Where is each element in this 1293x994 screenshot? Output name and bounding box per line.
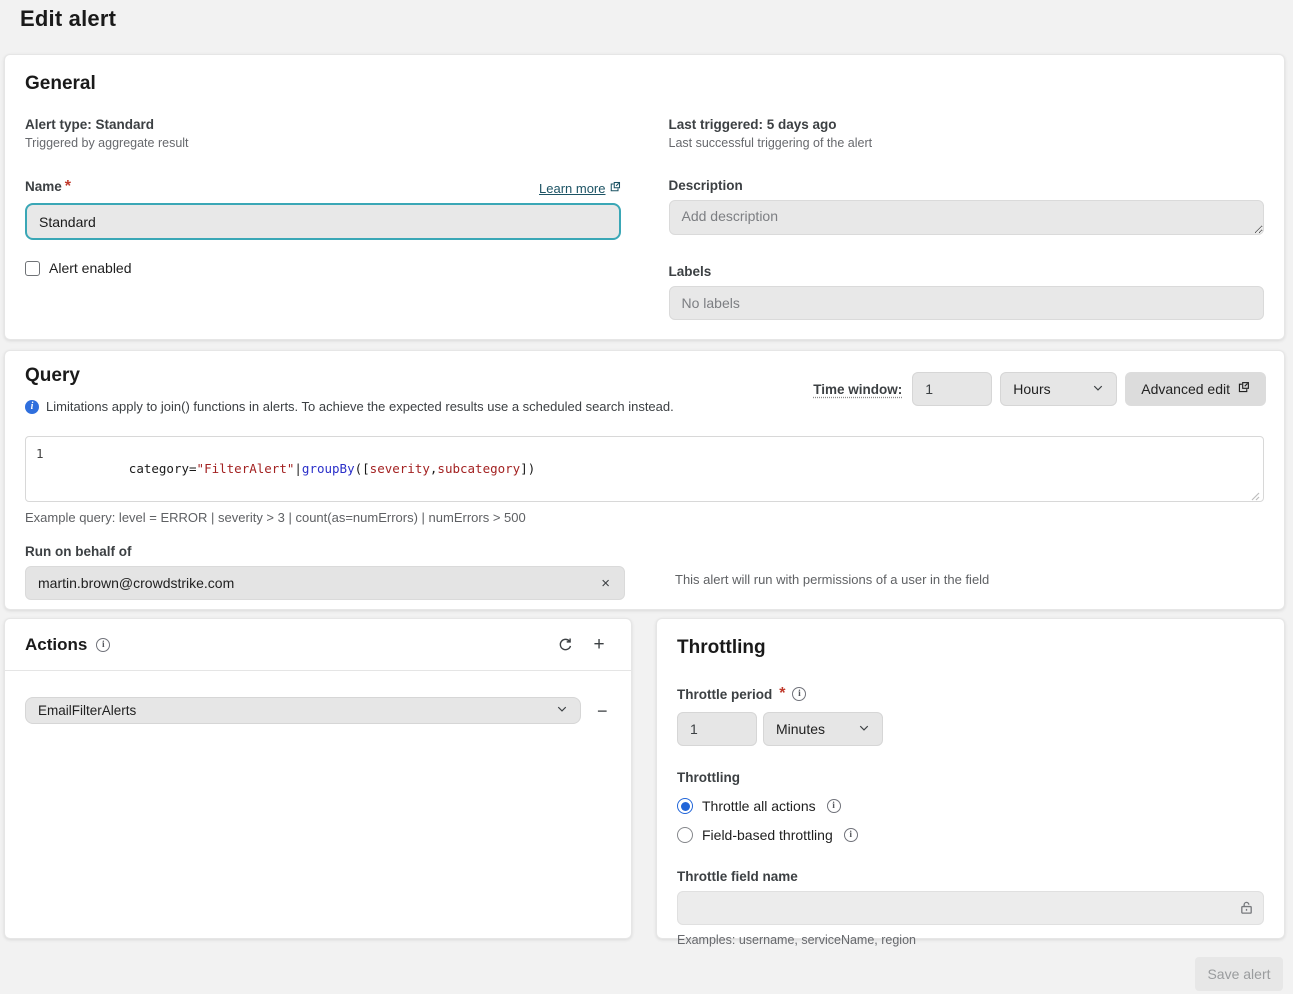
throttling-mode-label: Throttling [677,770,1264,785]
info-icon: i [844,828,858,842]
example-query-text: Example query: level = ERROR | severity … [25,510,1264,525]
code-arg1: severity [370,461,430,476]
plus-icon: + [593,635,604,654]
remove-action-button[interactable]: − [597,702,608,720]
last-triggered-label: Last triggered: 5 days ago [669,117,1265,132]
code-pipe: | [294,461,302,476]
info-icon: i [25,400,39,414]
throttle-unit-select[interactable]: Minutes [763,712,883,746]
radio-selected-icon[interactable] [677,798,693,814]
name-input[interactable] [25,203,621,240]
throttling-section: Throttling Throttle period * i Minutes Th… [656,618,1285,939]
general-section: General Alert type: Standard Triggered b… [4,54,1285,340]
advanced-edit-button[interactable]: Advanced edit [1125,372,1266,406]
name-label: Name [25,179,62,194]
info-icon: i [96,638,110,652]
run-on-behalf-value: martin.brown@crowdstrike.com [38,575,234,591]
general-left-column: Alert type: Standard Triggered by aggreg… [25,117,621,320]
advanced-edit-label: Advanced edit [1141,381,1230,397]
throttle-period-input[interactable] [677,712,757,746]
action-select[interactable]: EmailFilterAlerts [25,697,581,724]
throttle-unit-value: Minutes [776,721,825,737]
editor-line-number: 1 [36,446,44,491]
time-window-controls: Time window: Hours Advanced edit [813,372,1266,406]
add-action-icon[interactable]: + [587,633,611,657]
code-function: groupBy [302,461,355,476]
code-arg2: subcategory [437,461,520,476]
alert-type-subtext: Triggered by aggregate result [25,136,621,150]
time-window-label: Time window: [813,382,902,397]
query-section: Query i Limitations apply to join() func… [4,350,1285,610]
actions-section: Actions i + EmailFilterAlerts [4,618,632,939]
code-operator: = [189,461,197,476]
action-row: EmailFilterAlerts − [25,697,611,724]
last-triggered-subtext: Last successful triggering of the alert [669,136,1265,150]
chevron-down-icon [1092,381,1104,397]
required-asterisk: * [65,178,71,195]
run-on-behalf-label: Run on behalf of [25,544,1264,559]
save-alert-button[interactable]: Save alert [1195,957,1283,991]
time-window-unit-value: Hours [1013,381,1050,397]
throttle-all-actions-label: Throttle all actions [702,798,816,814]
learn-more-link[interactable]: Learn more [539,181,620,196]
external-link-icon [1237,381,1250,397]
info-icon: i [827,799,841,813]
throttle-field-name-label: Throttle field name [677,869,1264,884]
throttling-heading: Throttling [677,637,1264,659]
field-based-throttling-label: Field-based throttling [702,827,833,843]
throttle-examples-hint: Examples: username, serviceName, region [677,933,1264,947]
code-field: category [129,461,189,476]
action-select-value: EmailFilterAlerts [38,703,136,718]
general-heading: General [25,73,1264,95]
info-icon: i [792,687,806,701]
edit-alert-page: Edit alert General Alert type: Standard … [0,0,1293,994]
chevron-down-icon [556,703,568,718]
clear-icon[interactable]: × [599,575,612,592]
query-editor[interactable]: 1 category="FilterAlert"|groupBy([severi… [25,436,1264,502]
resize-handle-icon[interactable] [1251,489,1260,498]
throttle-field-name-input [677,891,1264,925]
alert-enabled-checkbox[interactable] [25,261,40,276]
throttle-period-label: Throttle period [677,687,772,702]
page-title: Edit alert [0,0,1293,32]
alert-enabled-label: Alert enabled [49,260,132,276]
throttle-all-actions-option[interactable]: Throttle all actions i [677,798,1264,814]
alert-type-label: Alert type: Standard [25,117,621,132]
learn-more-label: Learn more [539,181,605,196]
general-right-column: Last triggered: 5 days ago Last successf… [669,117,1265,320]
field-based-throttling-option[interactable]: Field-based throttling i [677,827,1264,843]
chevron-down-icon [858,721,870,737]
description-label: Description [669,178,743,193]
refresh-icon[interactable] [553,633,577,657]
code-string: "FilterAlert" [197,461,295,476]
description-input[interactable] [669,200,1265,235]
required-asterisk: * [779,685,785,703]
code-open-paren: ([ [355,461,370,476]
run-on-behalf-hint: This alert will run with permissions of … [675,572,989,587]
run-on-behalf-input[interactable]: martin.brown@crowdstrike.com × [25,566,625,600]
code-close-paren: ]) [520,461,535,476]
external-link-icon [609,181,621,196]
actions-heading: Actions [25,635,87,655]
labels-label: Labels [669,264,712,279]
time-window-unit-select[interactable]: Hours [1000,372,1117,406]
time-window-input[interactable] [912,372,992,406]
lock-icon [1239,900,1254,920]
radio-unselected-icon[interactable] [677,827,693,843]
labels-input[interactable] [669,286,1265,320]
query-info-text: Limitations apply to join() functions in… [46,399,674,414]
